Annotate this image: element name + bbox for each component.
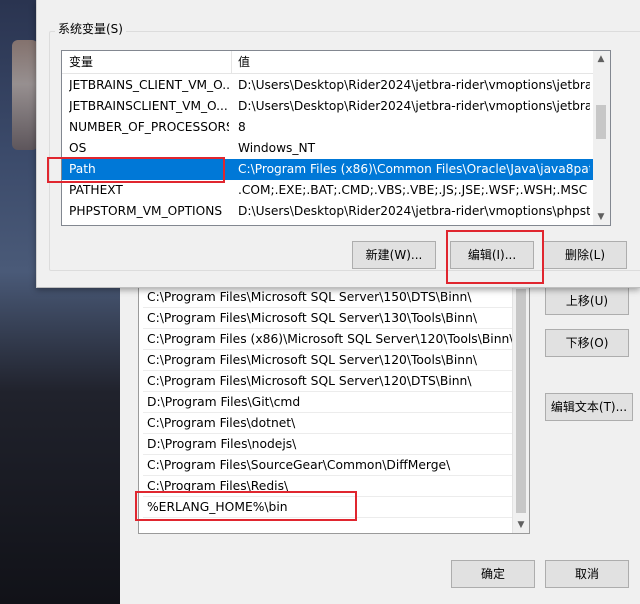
table-row[interactable]: NUMBER_OF_PROCESSORS 8 xyxy=(62,117,594,138)
column-header-variable[interactable]: 变量 xyxy=(62,51,232,74)
table-row[interactable]: PHPSTORM_VM_OPTIONS D:\Users\Desktop\Rid… xyxy=(62,201,594,222)
path-entries-list[interactable]: C:\Program Files\Microsoft SQL Server\15… xyxy=(138,284,530,534)
edit-text-button[interactable]: 编辑文本(T)... xyxy=(545,393,633,421)
list-item[interactable]: C:\Program Files\Microsoft SQL Server\12… xyxy=(143,371,513,392)
table-scrollbar[interactable]: ▲ ▼ xyxy=(593,51,610,225)
delete-button[interactable]: 删除(L) xyxy=(543,241,627,269)
list-item-erlang[interactable]: %ERLANG_HOME%\bin xyxy=(143,497,513,518)
scroll-down-arrow-icon[interactable]: ▼ xyxy=(595,211,607,223)
list-item[interactable]: C:\Program Files\SourceGear\Common\DiffM… xyxy=(143,455,513,476)
new-button[interactable]: 新建(W)... xyxy=(352,241,436,269)
ok-button[interactable]: 确定 xyxy=(451,560,535,588)
list-item[interactable]: C:\Program Files\Microsoft SQL Server\12… xyxy=(143,350,513,371)
list-item[interactable]: C:\Program Files\Redis\ xyxy=(143,476,513,497)
move-up-button[interactable]: 上移(U) xyxy=(545,287,629,315)
list-item[interactable]: C:\Program Files\Microsoft SQL Server\15… xyxy=(143,287,513,308)
scroll-down-arrow-icon[interactable]: ▼ xyxy=(515,519,527,531)
table-row[interactable]: JETBRAINSCLIENT_VM_O... D:\Users\Desktop… xyxy=(62,96,594,117)
table-row[interactable]: JETBRAINS_CLIENT_VM_O... D:\Users\Deskto… xyxy=(62,75,594,96)
scrollbar-thumb[interactable] xyxy=(516,289,526,513)
edit-button[interactable]: 编辑(I)... xyxy=(450,241,534,269)
scroll-up-arrow-icon[interactable]: ▲ xyxy=(595,53,607,65)
list-item[interactable]: C:\Program Files\Microsoft SQL Server\13… xyxy=(143,308,513,329)
path-list-scrollbar[interactable]: ▼ xyxy=(512,285,529,533)
table-row[interactable]: PATHEXT .COM;.EXE;.BAT;.CMD;.VBS;.VBE;.J… xyxy=(62,180,594,201)
scrollbar-thumb[interactable] xyxy=(596,105,606,139)
list-item[interactable]: C:\Program Files\dotnet\ xyxy=(143,413,513,434)
cancel-button[interactable]: 取消 xyxy=(545,560,629,588)
column-header-value[interactable]: 值 xyxy=(232,51,594,74)
list-item[interactable]: C:\Program Files (x86)\Microsoft SQL Ser… xyxy=(143,329,513,350)
list-item[interactable]: D:\Program Files\Git\cmd xyxy=(143,392,513,413)
system-variables-table[interactable]: 变量 值 JETBRAINS_CLIENT_VM_O... D:\Users\D… xyxy=(61,50,611,226)
move-down-button[interactable]: 下移(O) xyxy=(545,329,629,357)
environment-variables-dialog: 系统变量(S) 变量 值 JETBRAINS_CLIENT_VM_O... D:… xyxy=(36,0,640,288)
table-row-selected-path[interactable]: Path C:\Program Files (x86)\Common Files… xyxy=(62,159,594,180)
table-row[interactable]: OS Windows_NT xyxy=(62,138,594,159)
system-variables-title: 系统变量(S) xyxy=(55,21,126,37)
list-item[interactable]: D:\Program Files\nodejs\ xyxy=(143,434,513,455)
